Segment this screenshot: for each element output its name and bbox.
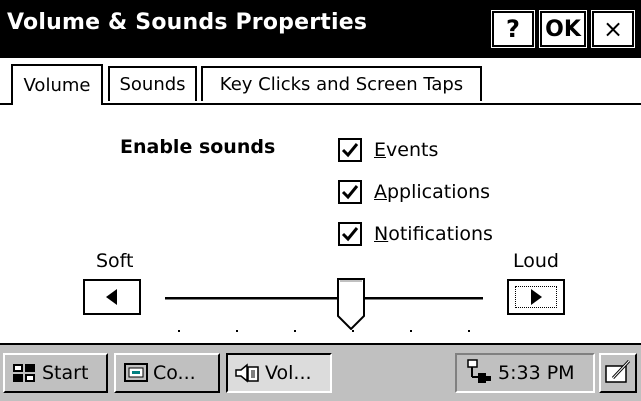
tab-sounds-label: Sounds	[119, 74, 186, 95]
slider-tick	[352, 330, 354, 332]
slider-tick	[178, 330, 180, 332]
start-button[interactable]: Start	[3, 353, 108, 393]
input-panel-button[interactable]	[599, 353, 637, 393]
slider-tick	[294, 330, 296, 332]
loud-label: Loud	[513, 250, 559, 272]
network-connection-icon[interactable]	[465, 359, 493, 387]
tab-key-clicks-label: Key Clicks and Screen Taps	[219, 74, 464, 95]
taskbar: Start Co... Vol... 5:33 PM	[0, 345, 641, 401]
tab-strip: Volume Sounds Key Clicks and Screen Taps	[0, 60, 641, 105]
window-title: Volume & Sounds Properties	[7, 10, 368, 35]
taskbar-item-label: Co...	[153, 362, 196, 384]
checkmark-icon	[341, 185, 359, 200]
soft-label: Soft	[96, 250, 134, 272]
slider-tick	[410, 330, 412, 332]
taskbar-item-label: Vol...	[265, 362, 312, 384]
slider-tick	[236, 330, 238, 332]
notifications-checkbox[interactable]	[338, 222, 362, 246]
taskbar-item-control-panel[interactable]: Co...	[114, 353, 220, 393]
events-checkbox[interactable]	[338, 138, 362, 162]
left-arrow-icon	[106, 289, 117, 305]
notifications-label: Notifications	[374, 223, 493, 245]
tab-volume-label: Volume	[23, 75, 91, 96]
start-label: Start	[42, 362, 89, 384]
enable-sounds-heading: Enable sounds	[120, 136, 276, 158]
volume-up-button[interactable]	[507, 279, 565, 315]
tab-key-clicks[interactable]: Key Clicks and Screen Taps	[201, 66, 482, 101]
events-label: Events	[374, 139, 439, 161]
volume-down-button[interactable]	[83, 279, 141, 315]
input-panel-icon	[605, 358, 631, 388]
system-tray: 5:33 PM	[455, 353, 595, 393]
title-bar: Volume & Sounds Properties ? OK ×	[0, 0, 641, 58]
applications-option[interactable]: Applications	[338, 178, 490, 206]
volume-icon	[234, 362, 260, 384]
clock[interactable]: 5:33 PM	[498, 362, 575, 384]
control-panel-icon	[124, 363, 148, 383]
tab-volume[interactable]: Volume	[11, 64, 103, 105]
tab-sounds[interactable]: Sounds	[108, 66, 197, 101]
applications-label: Applications	[374, 181, 491, 203]
ok-button[interactable]: OK	[539, 10, 587, 48]
volume-slider-thumb[interactable]	[336, 278, 365, 330]
close-button[interactable]: ×	[591, 10, 635, 48]
checkmark-icon	[341, 227, 359, 242]
events-option[interactable]: Events	[338, 136, 438, 164]
slider-tick	[468, 330, 470, 332]
notifications-option[interactable]: Notifications	[338, 220, 493, 248]
help-button[interactable]: ?	[491, 10, 535, 48]
applications-checkbox[interactable]	[338, 180, 362, 204]
checkmark-icon	[341, 143, 359, 158]
taskbar-item-volume[interactable]: Vol...	[226, 353, 332, 393]
windows-flag-icon	[11, 362, 37, 384]
